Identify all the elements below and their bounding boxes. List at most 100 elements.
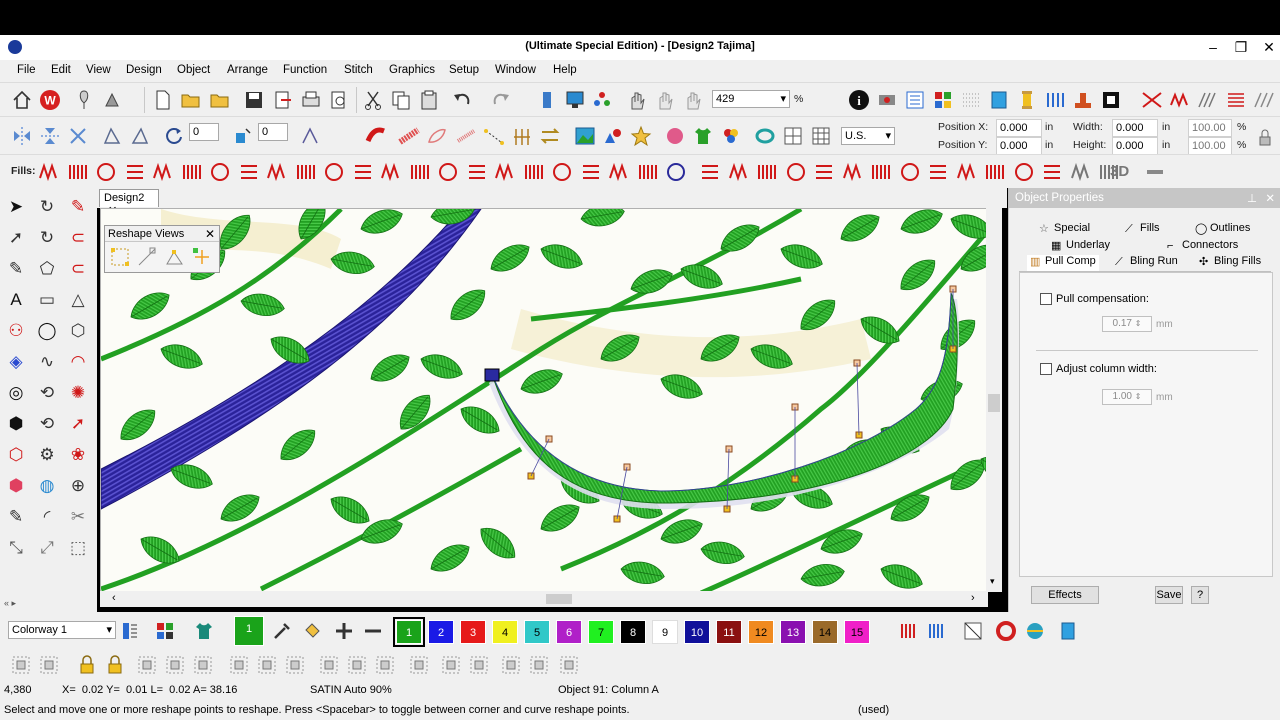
fill-type-34-icon[interactable] [984, 161, 1006, 183]
distribute-v-icon[interactable] [468, 654, 490, 676]
stitch-red-3-icon[interactable] [1225, 89, 1247, 111]
stamp-icon[interactable] [1072, 89, 1094, 111]
star-icon[interactable] [630, 125, 652, 147]
qr-icon[interactable] [1100, 89, 1122, 111]
flower-tool-icon[interactable]: ❀ [67, 444, 89, 466]
monitor-icon[interactable] [564, 89, 586, 111]
fork-icon[interactable] [511, 125, 533, 147]
unlock-icon[interactable] [104, 654, 126, 676]
shirt-color-icon[interactable] [193, 620, 215, 642]
print-icon[interactable] [300, 89, 322, 111]
menu-window[interactable]: Window [495, 64, 536, 76]
blackwork-tool-icon[interactable]: ⬡ [5, 444, 27, 466]
mirror-vertical-icon[interactable] [39, 125, 61, 147]
pull-compensation-input[interactable]: 0.17 ⇕ [1102, 316, 1152, 332]
menu-file[interactable]: File [17, 64, 36, 76]
scissors-tool-icon[interactable]: ✂ [67, 506, 89, 528]
pointer2-tool-icon[interactable]: ⤡ [5, 537, 27, 559]
fill-type-24-icon[interactable] [699, 161, 721, 183]
spiral2-tool-icon[interactable]: ⟲ [36, 413, 58, 435]
fill-type-15-icon[interactable] [437, 161, 459, 183]
tab-fills[interactable]: ⟋ Fills [1125, 222, 1160, 238]
transfer-icon[interactable] [539, 125, 561, 147]
combine-icon[interactable] [136, 654, 158, 676]
fill-type-25-icon[interactable] [728, 161, 750, 183]
ungroup-icon[interactable] [38, 654, 60, 676]
fill-type-29-icon[interactable] [842, 161, 864, 183]
units-select[interactable]: U.S. ▾ [841, 127, 895, 145]
fill-type-21-icon[interactable] [608, 161, 630, 183]
make-same-size-icon[interactable] [558, 654, 580, 676]
height-input[interactable]: 0.000 [1112, 137, 1158, 155]
vertical-scrollbar[interactable]: ▾ [986, 208, 1002, 592]
color-swatch-4[interactable]: 4 [492, 620, 518, 644]
pen-tool-icon[interactable]: ✎ [5, 506, 27, 528]
apply-icon[interactable] [192, 654, 214, 676]
color-swatch-5[interactable]: 5 [524, 620, 550, 644]
grid2-icon[interactable] [810, 125, 832, 147]
new-file-icon[interactable] [152, 89, 174, 111]
fill-type-11-icon[interactable] [323, 161, 345, 183]
grid-icon[interactable] [782, 125, 804, 147]
save-icon[interactable] [243, 89, 265, 111]
paste-icon[interactable] [418, 89, 440, 111]
hand-icon[interactable] [626, 89, 648, 111]
help-button[interactable]: ? [1191, 586, 1209, 604]
fill-type-1-icon[interactable] [38, 161, 60, 183]
tshirt-icon[interactable] [692, 125, 714, 147]
menu-edit[interactable]: Edit [51, 64, 71, 76]
menu-function[interactable]: Function [283, 64, 327, 76]
circle-red-tool-icon[interactable]: ✺ [67, 382, 89, 404]
align-center-icon[interactable] [256, 654, 278, 676]
pin-icon[interactable] [73, 89, 95, 111]
slant-angle-input[interactable]: 0 [258, 123, 288, 141]
thread-chart-icon[interactable] [898, 620, 920, 642]
tatami-red-icon[interactable] [398, 125, 420, 147]
cut-icon[interactable] [362, 89, 384, 111]
save-button[interactable]: Save [1155, 586, 1183, 604]
fill-type-20-icon[interactable] [580, 161, 602, 183]
fill-type-10-icon[interactable] [295, 161, 317, 183]
tab-underlay[interactable]: ▦ Underlay [1051, 239, 1110, 255]
reshape-views-close-icon[interactable]: ✕ [205, 227, 215, 241]
fill-type-22-icon[interactable] [637, 161, 659, 183]
pin-panel-icon[interactable]: ⊥ [1247, 191, 1257, 205]
tab-pull-comp[interactable]: ▥ Pull Comp [1027, 255, 1099, 271]
toolbox-scroll-icon[interactable]: « ▸ [4, 598, 16, 609]
globe-icon[interactable] [1024, 620, 1046, 642]
position-y-input[interactable]: 0.000 [996, 137, 1042, 155]
color-list-icon[interactable] [119, 620, 141, 642]
split-icon[interactable] [164, 654, 186, 676]
pull-compensation-checkbox[interactable] [1040, 293, 1052, 305]
add-color-icon[interactable] [333, 620, 355, 642]
show-entry-exit-icon[interactable] [164, 246, 186, 268]
tab-outlines[interactable]: ◯ Outlines [1195, 222, 1250, 238]
color-swatch-3[interactable]: 3 [460, 620, 486, 644]
mirror-horizontal-icon[interactable] [11, 125, 33, 147]
menu-stitch[interactable]: Stitch [344, 64, 373, 76]
hand2-icon[interactable] [654, 89, 676, 111]
menu-help[interactable]: Help [553, 64, 577, 76]
eyedropper-icon[interactable] [271, 620, 293, 642]
export-icon[interactable] [272, 89, 294, 111]
distribute-h-icon[interactable] [440, 654, 462, 676]
menu-graphics[interactable]: Graphics [389, 64, 435, 76]
polygon-tool-icon[interactable]: ⬡ [67, 320, 89, 342]
shapes-color-icon[interactable] [602, 125, 624, 147]
skew-icon[interactable] [101, 125, 123, 147]
flower-icon[interactable] [720, 125, 742, 147]
ellipse-red-icon[interactable]: ⊂ [67, 258, 89, 280]
tab-bling-run[interactable]: ⟋ Bling Run [1115, 255, 1178, 271]
remove-color-icon[interactable] [362, 620, 384, 642]
fill-type-38-icon[interactable] [1098, 161, 1120, 183]
color-wheel-icon[interactable] [995, 620, 1017, 642]
no-color-icon[interactable] [962, 620, 984, 642]
fill-type-5-icon[interactable] [152, 161, 174, 183]
fill-type-4-icon[interactable] [124, 161, 146, 183]
arc-tool-icon[interactable]: ◠ [67, 351, 89, 373]
lasso-icon[interactable]: ✎ [5, 258, 27, 280]
restore-button[interactable]: ❐ [1228, 38, 1254, 56]
align-left-icon[interactable] [228, 654, 250, 676]
fill-type-28-icon[interactable] [813, 161, 835, 183]
fill-type-30-icon[interactable] [870, 161, 892, 183]
